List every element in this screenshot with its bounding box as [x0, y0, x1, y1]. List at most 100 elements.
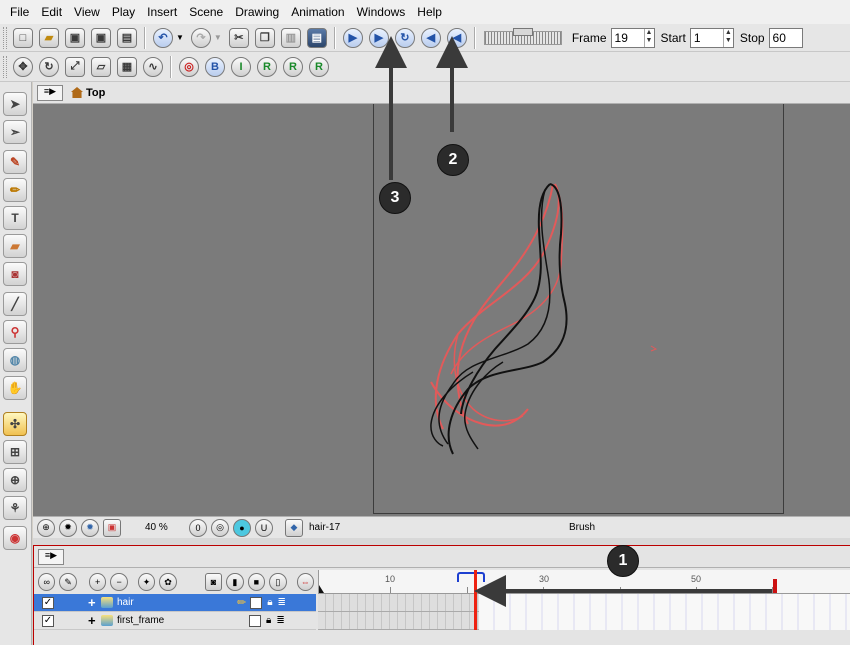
add-group-icon[interactable]: ✿	[159, 573, 177, 591]
reset-all-button[interactable]: R	[281, 55, 305, 79]
bone-button[interactable]: B	[203, 55, 227, 79]
playhead-line[interactable]	[474, 570, 477, 630]
safe-area-icon[interactable]: ▣	[103, 518, 121, 537]
toolbar-grip[interactable]	[3, 26, 7, 49]
pencil-icon[interactable]: ✏	[237, 596, 246, 609]
lock-icon[interactable]: 🔒︎	[266, 615, 271, 626]
pivot-tool[interactable]: ⊕	[3, 468, 27, 492]
line-tool[interactable]: ╱	[3, 292, 27, 316]
layer-row-hair[interactable]: ✓ + hair ✏ 🔒︎ ≣	[34, 594, 316, 612]
lock-icon[interactable]: 🔒︎	[267, 597, 272, 608]
frame-ruler[interactable]: 10 30 50	[318, 570, 850, 594]
morph-tool[interactable]: ⚘	[3, 496, 27, 520]
frame-zero-icon[interactable]: 0	[189, 518, 207, 537]
stop-marker[interactable]	[773, 579, 777, 593]
menu-scene[interactable]: Scene	[183, 0, 229, 24]
animate-off-button[interactable]: ◎	[177, 55, 201, 79]
expand-icon[interactable]: ⇔	[296, 573, 314, 591]
layer-row-first-frame[interactable]: ✓ + first_frame 🔒︎ ≣	[34, 612, 316, 630]
pencil-tool[interactable]: ✏	[3, 178, 27, 202]
copy-button[interactable]: ❐	[253, 26, 277, 50]
save-as-button[interactable]: ▣	[89, 26, 113, 50]
onion-skin-toggle-icon[interactable]: ∞	[38, 573, 56, 591]
skew-button[interactable]: ▱	[89, 55, 113, 79]
drawing-layer-icon[interactable]: ◆	[285, 518, 303, 537]
rotate-button[interactable]: ↻	[37, 55, 61, 79]
save-button[interactable]: ▣	[63, 26, 87, 50]
layer-settings-icon[interactable]: ≣	[276, 615, 284, 626]
text-tool[interactable]: T	[3, 206, 27, 230]
u-icon[interactable]: U	[255, 518, 273, 537]
stop-field[interactable]: 60	[768, 27, 803, 48]
new-scene-button[interactable]: □	[11, 26, 35, 50]
hand-tool[interactable]: ✋	[3, 376, 27, 400]
panel-splitter[interactable]	[33, 538, 850, 546]
remove-layer-icon[interactable]: −	[110, 573, 128, 591]
layer-color-swatch[interactable]	[249, 614, 261, 627]
undo-dropdown-icon[interactable]: ▼	[176, 33, 184, 42]
lock-all-icon[interactable]: ▮	[226, 573, 244, 591]
layer-properties-icon[interactable]: ✎	[59, 573, 77, 591]
light-table-icon[interactable]: ●	[233, 518, 251, 537]
layer-enable-checkbox[interactable]: ✓	[42, 614, 54, 627]
menu-edit[interactable]: Edit	[35, 0, 68, 24]
camera-tool[interactable]: ◉	[3, 526, 27, 550]
layer-enable-checkbox[interactable]: ✓	[42, 596, 54, 609]
expand-layer-icon[interactable]: +	[88, 595, 98, 610]
sound-button[interactable]: ◀	[419, 26, 443, 50]
slider-thumb[interactable]	[512, 27, 533, 36]
layer-settings-icon[interactable]: ≣	[278, 597, 286, 608]
start-spinner[interactable]: ▲ ▼	[722, 28, 733, 47]
frame-field[interactable]: 19 ▲ ▼	[610, 27, 655, 48]
playback-speed-slider[interactable]	[483, 27, 562, 45]
grid-tool[interactable]: ⊞	[3, 440, 27, 464]
start-marker[interactable]	[319, 585, 324, 593]
onion-skin-icon[interactable]: ◎	[211, 518, 229, 537]
menu-insert[interactable]: Insert	[141, 0, 183, 24]
render-and-play-button[interactable]: ▶	[367, 26, 391, 50]
frame-spinner[interactable]: ▲ ▼	[643, 28, 654, 47]
reset-button[interactable]: R	[255, 55, 279, 79]
paste-button[interactable]: ▥	[279, 26, 303, 50]
redo-dropdown-icon[interactable]: ▼	[214, 33, 222, 42]
transform-tool[interactable]: ✣	[3, 412, 27, 436]
cut-button[interactable]: ✂	[227, 26, 251, 50]
menu-play[interactable]: Play	[106, 0, 141, 24]
camera-icon[interactable]: ◙	[204, 573, 223, 591]
select-tool[interactable]: ➤	[3, 92, 27, 116]
open-button[interactable]: ▰	[37, 26, 61, 50]
menu-view[interactable]: View	[68, 0, 106, 24]
scale-button[interactable]: ⤢	[63, 55, 87, 79]
stroke-tool[interactable]: ◍	[3, 348, 27, 372]
spline-offset-button[interactable]: ∿	[141, 55, 165, 79]
menu-windows[interactable]: Windows	[351, 0, 412, 24]
menu-animation[interactable]: Animation	[285, 0, 350, 24]
library-button[interactable]: ▤	[305, 26, 329, 50]
contour-editor-tool[interactable]: ➣	[3, 120, 27, 144]
gear-icon[interactable]: ✹	[59, 518, 77, 537]
layer-color-swatch[interactable]	[250, 596, 263, 609]
playhead-handle[interactable]	[457, 572, 485, 582]
disable-all-icon[interactable]: ■	[247, 573, 266, 591]
zoom-level[interactable]: 40 %	[145, 522, 179, 533]
toolbar-grip[interactable]	[3, 55, 7, 78]
expand-layer-icon[interactable]: +	[88, 613, 98, 628]
dropper-tool[interactable]: ⚲	[3, 320, 27, 344]
add-layer-icon[interactable]: +	[88, 573, 107, 591]
ik-button[interactable]: I	[229, 55, 253, 79]
redo-button[interactable]: ↷	[189, 26, 213, 50]
reset-all-except-button[interactable]: R	[307, 55, 331, 79]
view-menu-button[interactable]: ≡▶	[37, 84, 63, 101]
start-field[interactable]: 1 ▲ ▼	[689, 27, 734, 48]
reset-view-icon[interactable]: ⊕	[37, 518, 55, 537]
sound-scrubbing-button[interactable]: ◀	[445, 26, 469, 50]
add-drawing-icon[interactable]: ✦	[137, 573, 156, 591]
show-all-icon[interactable]: ▯	[269, 573, 287, 591]
eraser-tool[interactable]: ▰	[3, 234, 27, 258]
menu-drawing[interactable]: Drawing	[229, 0, 285, 24]
timeline-menu-button[interactable]: ≡▶	[38, 548, 64, 565]
transform-button[interactable]: ✥	[11, 55, 35, 79]
play-button[interactable]: ▶	[341, 26, 365, 50]
paint-tool[interactable]: ◙	[3, 262, 27, 286]
menu-file[interactable]: File	[4, 0, 35, 24]
